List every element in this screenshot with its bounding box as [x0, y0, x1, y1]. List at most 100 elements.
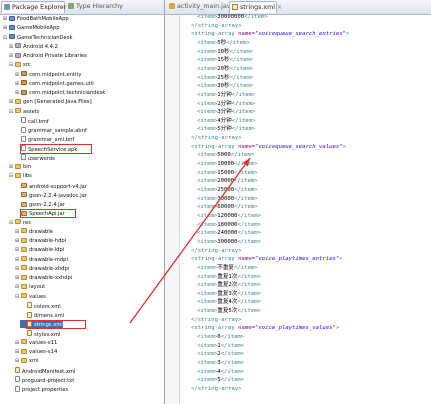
tree-item[interactable]: ⊞ Android Private Libraries — [8, 52, 87, 60]
lib-icon — [15, 43, 21, 49]
xml-open-tag: <string-array — [191, 256, 239, 263]
tree-item[interactable]: ⊟ values — [14, 293, 46, 301]
expand-icon[interactable]: ⊞ — [8, 53, 14, 59]
tree-item[interactable]: ⊞ com.midpoint.techniciandesk — [14, 89, 105, 97]
expand-icon[interactable]: ⊞ — [14, 229, 20, 235]
expand-icon[interactable]: ⊞ — [14, 90, 20, 96]
tree-item[interactable]: colors.xml — [20, 302, 61, 310]
tree-item[interactable]: dimens.xml — [20, 311, 64, 319]
editor-panel: activity_main.java strings.xml × <item>30… — [165, 0, 431, 404]
tab-activity-main[interactable]: activity_main.java — [167, 1, 234, 13]
expand-icon[interactable]: ⊞ — [14, 358, 20, 364]
tree-item[interactable]: AndroidManifest.xml — [8, 367, 75, 375]
file-icon — [21, 154, 26, 161]
xml-close-tag: </item> — [237, 238, 262, 245]
tree-item-label: drawable-ldpi — [29, 247, 65, 254]
tree-item[interactable]: ⊞ GameMobileApp — [2, 24, 60, 32]
xml-icon — [27, 330, 32, 336]
tree-item[interactable]: ⊞ bin — [8, 163, 31, 171]
xml-text: 10秒 — [217, 48, 230, 55]
tree-item[interactable]: ⊞ layout — [14, 283, 45, 291]
xml-close-tag: </string-array> — [191, 247, 242, 254]
tree-item[interactable]: userwords — [14, 154, 55, 162]
tab-type-hierarchy[interactable]: Type Hierarchy — [66, 1, 130, 13]
tree-item-label: FoodBathMobileApp — [17, 16, 69, 22]
xml-editor[interactable]: <item>30000000</item> </string-array> <str… — [165, 14, 431, 404]
expand-icon[interactable]: ⊞ — [14, 275, 20, 281]
expand-icon[interactable]: ⊞ — [14, 266, 20, 272]
xml-open-tag: <item> — [197, 48, 218, 55]
tree-item[interactable]: ⊞ drawable-hdpi — [14, 237, 66, 245]
tree-item[interactable]: ⊞ Android 4.4.2 — [8, 43, 58, 51]
expand-icon[interactable]: ⊞ — [14, 340, 20, 346]
tree-item[interactable]: ⊞ com.midpoint.games.util — [14, 80, 94, 88]
tree-item[interactable]: project.properties — [8, 385, 68, 393]
tree-item-label: userwords — [28, 155, 55, 162]
tree-item[interactable]: ⊞ values-v11 — [14, 339, 57, 347]
expand-icon[interactable]: ⊞ — [14, 247, 20, 253]
expand-icon[interactable]: ⊞ — [2, 16, 8, 22]
tree-item[interactable]: ⊞ drawable-mdpi — [14, 256, 68, 264]
tree-item[interactable]: gson-2.2.4-javadoc.jar — [14, 191, 87, 199]
xml-open-tag: <item> — [197, 264, 218, 271]
xml-text: 180000 — [217, 221, 238, 228]
tree-item[interactable]: android-support-v4.jar — [14, 182, 87, 190]
tree-item[interactable]: ⊞ values-v14 — [14, 348, 57, 356]
expand-icon[interactable]: ⊞ — [14, 238, 20, 244]
xml-close-tag: </item> — [234, 161, 258, 168]
xml-text: 重复5次 — [217, 308, 238, 315]
tab-package-explorer[interactable]: Package Explorer× — [1, 1, 73, 13]
tab-strings-xml[interactable]: strings.xml × — [229, 1, 282, 13]
close-icon[interactable]: × — [277, 4, 282, 11]
expand-icon[interactable]: ⊞ — [8, 99, 14, 105]
tree-item[interactable]: call.bmf — [14, 117, 49, 125]
tree-item[interactable]: ⊞ drawable-xhdpi — [14, 265, 69, 273]
tree-item[interactable]: ⊟ libs — [8, 172, 32, 180]
tree-item[interactable]: gson-2.2.4.jar — [14, 200, 65, 208]
tree-item-label: assets — [23, 108, 40, 115]
xml-close-tag: </item> — [237, 230, 262, 237]
tree-item-label: proguard-project.txt — [22, 377, 75, 384]
collapse-icon[interactable]: ⊟ — [8, 109, 14, 115]
expand-icon[interactable]: ⊞ — [14, 81, 20, 87]
tree-item-label: grammar_xml.bnf — [28, 137, 75, 144]
highlight-box-speechservice — [20, 144, 92, 154]
expand-icon[interactable]: ⊞ — [8, 164, 14, 170]
collapse-icon[interactable]: ⊟ — [8, 62, 14, 68]
xml-close-tag: </item> — [220, 377, 245, 384]
expand-icon[interactable]: ⊞ — [8, 44, 14, 50]
code-line: <item>3分钟</item> — [197, 108, 255, 117]
expand-icon[interactable]: ⊞ — [14, 72, 20, 78]
xml-close-tag: </item> — [220, 334, 245, 341]
code-line: <item>重复2次</item> — [197, 281, 261, 290]
tree-item-label: values-v11 — [29, 339, 58, 346]
expand-icon[interactable]: ⊞ — [2, 25, 8, 31]
tree-item[interactable]: grammar_sample.abnf — [14, 126, 87, 134]
tree-item[interactable]: ⊟ assets — [8, 108, 40, 116]
project-icon — [9, 15, 15, 21]
tree-item[interactable]: ⊞ drawable-ldpi — [14, 246, 64, 254]
expand-icon[interactable]: ⊞ — [14, 349, 20, 355]
collapse-icon[interactable]: ⊟ — [2, 35, 8, 41]
tree-item[interactable]: grammar_xml.bnf — [14, 135, 74, 143]
xml-close-tag: </item> — [220, 360, 245, 366]
tree-item-label: colors.xml — [34, 303, 61, 310]
expand-icon[interactable]: ⊞ — [14, 284, 20, 290]
tree-item[interactable]: ⊞ com.midpoint.entity — [14, 71, 81, 79]
tree-item[interactable]: ⊞ xml — [14, 357, 39, 365]
tree-item[interactable]: ⊞ drawable — [14, 228, 53, 236]
tree-item[interactable]: ⊞ drawable-xxhdpi — [14, 274, 72, 282]
tree-item[interactable]: ⊟ src — [8, 61, 31, 69]
collapse-icon[interactable]: ⊟ — [8, 220, 14, 226]
tree-item[interactable]: proguard-project.txt — [8, 376, 74, 384]
tree-item[interactable]: ⊟ res — [8, 219, 31, 227]
tree-item[interactable]: ⊟ GameTechnicianDesk — [2, 34, 72, 42]
collapse-icon[interactable]: ⊟ — [14, 294, 20, 300]
tree-item-label: values — [29, 293, 46, 300]
tree-item[interactable]: ⊞ FoodBathMobileApp — [2, 15, 69, 23]
collapse-icon[interactable]: ⊟ — [8, 173, 14, 179]
xml-open-tag: <item> — [197, 212, 218, 219]
tree-item[interactable]: styles.xml — [20, 330, 60, 338]
tree-item[interactable]: ⊞ gen [Generated Java Files] — [8, 98, 92, 106]
expand-icon[interactable]: ⊞ — [14, 257, 20, 263]
